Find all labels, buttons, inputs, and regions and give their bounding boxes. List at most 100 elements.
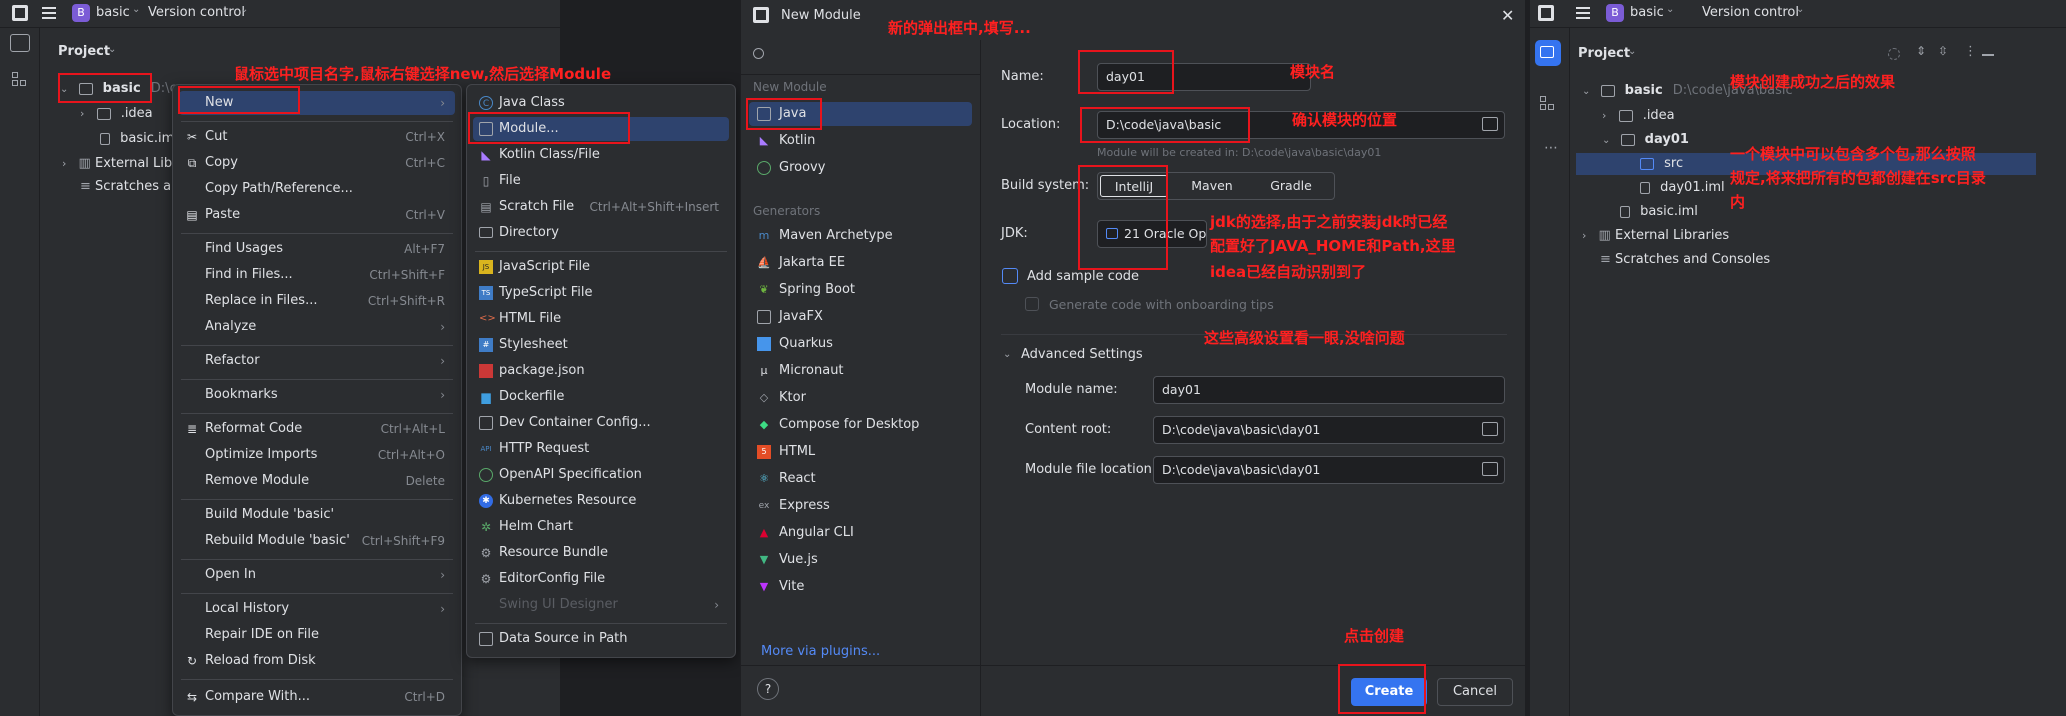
hamburger-menu-icon[interactable] <box>1576 7 1590 19</box>
tree-item-external-libraries[interactable]: › ▥ External Libraries <box>1582 225 1729 247</box>
menu-item-paste[interactable]: ▤ Paste Ctrl+V <box>179 203 455 227</box>
more-plugins-link[interactable]: More via plugins... <box>761 644 880 659</box>
submenu-editorconfig[interactable]: ⚙ EditorConfig File <box>473 567 729 591</box>
search-icon[interactable] <box>753 48 764 59</box>
project-folder-icon[interactable] <box>1535 40 1561 66</box>
menu-item-bookmarks[interactable]: Bookmarks › <box>179 383 455 407</box>
submenu-html[interactable]: <> HTML File <box>473 307 729 331</box>
locate-icon[interactable] <box>1888 48 1900 60</box>
menu-item-compare-with[interactable]: ⇆ Compare With... Ctrl+D <box>179 685 455 709</box>
menu-item-cut[interactable]: ✂ Cut Ctrl+X <box>179 125 455 149</box>
menu-item-rebuild-module[interactable]: Rebuild Module 'basic' Ctrl+Shift+F9 <box>179 529 455 553</box>
project-folder-icon[interactable] <box>10 34 30 52</box>
content-root-field[interactable]: D:\code\java\basic\day01 <box>1153 416 1505 444</box>
options-icon[interactable]: ⋮ <box>1964 44 1977 59</box>
project-selector[interactable]: basic <box>96 5 130 20</box>
submenu-dockerfile[interactable]: ▆ Dockerfile <box>473 385 729 409</box>
module-file-field[interactable]: D:\code\java\basic\day01 <box>1153 456 1505 484</box>
gen-groovy[interactable]: Groovy <box>749 156 972 180</box>
menu-item-refactor[interactable]: Refactor › <box>179 349 455 373</box>
submenu-resource-bundle[interactable]: ⚙ Resource Bundle <box>473 541 729 565</box>
gen-javafx[interactable]: JavaFX <box>749 305 972 329</box>
menu-item-copy[interactable]: ⧉ Copy Ctrl+C <box>179 151 455 175</box>
submenu-javascript[interactable]: JS JavaScript File <box>473 255 729 279</box>
project-panel-title[interactable]: Project <box>1578 46 1630 61</box>
folder-browse-icon[interactable] <box>1482 462 1498 476</box>
vcs-selector[interactable]: Version control <box>1702 5 1799 20</box>
submenu-dev-container[interactable]: Dev Container Config... <box>473 411 729 435</box>
help-button[interactable]: ? <box>757 678 779 700</box>
submenu-http-request[interactable]: API HTTP Request <box>473 437 729 461</box>
ktor-icon: ◇ <box>759 391 769 404</box>
gen-react[interactable]: ⚛ React <box>749 467 972 491</box>
close-icon[interactable]: ✕ <box>1501 6 1514 25</box>
menu-item-local-history[interactable]: Local History › <box>179 597 455 621</box>
submenu-stylesheet[interactable]: # Stylesheet <box>473 333 729 357</box>
tree-item-scratches[interactable]: ≡ Scratches an <box>80 176 179 198</box>
gen-spring-boot[interactable]: ❦ Spring Boot <box>749 278 972 302</box>
structure-icon[interactable] <box>1540 96 1556 112</box>
menu-item-remove-module[interactable]: Remove Module Delete <box>179 469 455 493</box>
menu-item-reload[interactable]: ↻ Reload from Disk <box>179 649 455 673</box>
project-panel-title[interactable]: Project <box>58 44 110 59</box>
project-selector[interactable]: basic <box>1630 5 1664 20</box>
submenu-directory[interactable]: Directory <box>473 221 729 245</box>
menu-item-build-module[interactable]: Build Module 'basic' <box>179 503 455 527</box>
submenu-kubernetes[interactable]: ✱ Kubernetes Resource <box>473 489 729 513</box>
gen-express[interactable]: ex Express <box>749 494 972 518</box>
advanced-settings-toggle[interactable]: Advanced Settings <box>1021 345 1143 365</box>
gen-compose-desktop[interactable]: ◆ Compose for Desktop <box>749 413 972 437</box>
gen-quarkus[interactable]: Quarkus <box>749 332 972 356</box>
menu-item-open-in[interactable]: Open In › <box>179 563 455 587</box>
sample-code-checkbox[interactable] <box>1002 268 1018 284</box>
menu-item-reformat[interactable]: ≣ Reformat Code Ctrl+Alt+L <box>179 417 455 441</box>
tree-item-day01[interactable]: ⌄ day01 <box>1602 129 1689 151</box>
submenu-typescript[interactable]: TS TypeScript File <box>473 281 729 305</box>
menu-item-find-in-files[interactable]: Find in Files... Ctrl+Shift+F <box>179 263 455 287</box>
more-tools-icon[interactable]: ⋯ <box>1544 140 1558 156</box>
build-option-gradle[interactable]: Gradle <box>1254 175 1328 197</box>
menu-item-copy-path[interactable]: Copy Path/Reference... <box>179 177 455 201</box>
gen-angular[interactable]: ▲ Angular CLI <box>749 521 972 545</box>
menu-item-replace-in-files[interactable]: Replace in Files... Ctrl+Shift+R <box>179 289 455 313</box>
module-name-field[interactable]: day01 <box>1153 376 1505 404</box>
submenu-file[interactable]: ▯ File <box>473 169 729 193</box>
tree-item-day01-iml[interactable]: day01.iml <box>1640 177 1725 199</box>
menu-item-analyze[interactable]: Analyze › <box>179 315 455 339</box>
folder-browse-icon[interactable] <box>1482 117 1498 131</box>
submenu-kotlin[interactable]: ◣ Kotlin Class/File <box>473 143 729 167</box>
collapse-all-icon[interactable]: ⇳ <box>1938 44 1948 58</box>
structure-icon[interactable] <box>12 72 28 88</box>
tree-item-external-libraries[interactable]: › ▥ External Libra <box>62 153 185 175</box>
build-option-maven[interactable]: Maven <box>1178 175 1246 197</box>
menu-item-optimize-imports[interactable]: Optimize Imports Ctrl+Alt+O <box>179 443 455 467</box>
gen-ktor[interactable]: ◇ Ktor <box>749 386 972 410</box>
expand-all-icon[interactable]: ⇕ <box>1916 44 1926 58</box>
vcs-selector[interactable]: Version control <box>148 5 245 20</box>
gen-vue[interactable]: ▼ Vue.js <box>749 548 972 572</box>
submenu-helm-chart[interactable]: ✲ Helm Chart <box>473 515 729 539</box>
tree-item-src[interactable]: src <box>1640 153 1683 175</box>
tree-item-basic-iml[interactable]: basic.iml <box>1620 201 1698 223</box>
tree-item-idea[interactable]: › .idea <box>1602 105 1675 127</box>
submenu-scratch-file[interactable]: ▤ Scratch File Ctrl+Alt+Shift+Insert <box>473 195 729 219</box>
hamburger-menu-icon[interactable] <box>42 7 56 19</box>
folder-browse-icon[interactable] <box>1482 422 1498 436</box>
submenu-package-json[interactable]: package.json <box>473 359 729 383</box>
submenu-data-source[interactable]: Data Source in Path <box>473 627 729 651</box>
submenu-openapi[interactable]: OpenAPI Specification <box>473 463 729 487</box>
gen-html[interactable]: 5 HTML <box>749 440 972 464</box>
hide-panel-icon[interactable] <box>1982 54 1994 56</box>
menu-item-repair-ide[interactable]: Repair IDE on File <box>179 623 455 647</box>
tree-item-scratches[interactable]: ≡ Scratches and Consoles <box>1600 249 1770 271</box>
tree-label: .idea <box>1642 108 1675 123</box>
gen-jakarta-ee[interactable]: ⛵ Jakarta EE <box>749 251 972 275</box>
gen-kotlin[interactable]: ◣ Kotlin <box>749 129 972 153</box>
gen-vite[interactable]: ▼ Vite <box>749 575 972 599</box>
cancel-button[interactable]: Cancel <box>1437 678 1513 706</box>
gen-micronaut[interactable]: μ Micronaut <box>749 359 972 383</box>
tree-item-basic-iml[interactable]: basic.iml <box>100 128 178 150</box>
tree-item-idea[interactable]: › .idea <box>80 103 153 125</box>
gen-maven-archetype[interactable]: m Maven Archetype <box>749 224 972 248</box>
menu-item-find-usages[interactable]: Find Usages Alt+F7 <box>179 237 455 261</box>
